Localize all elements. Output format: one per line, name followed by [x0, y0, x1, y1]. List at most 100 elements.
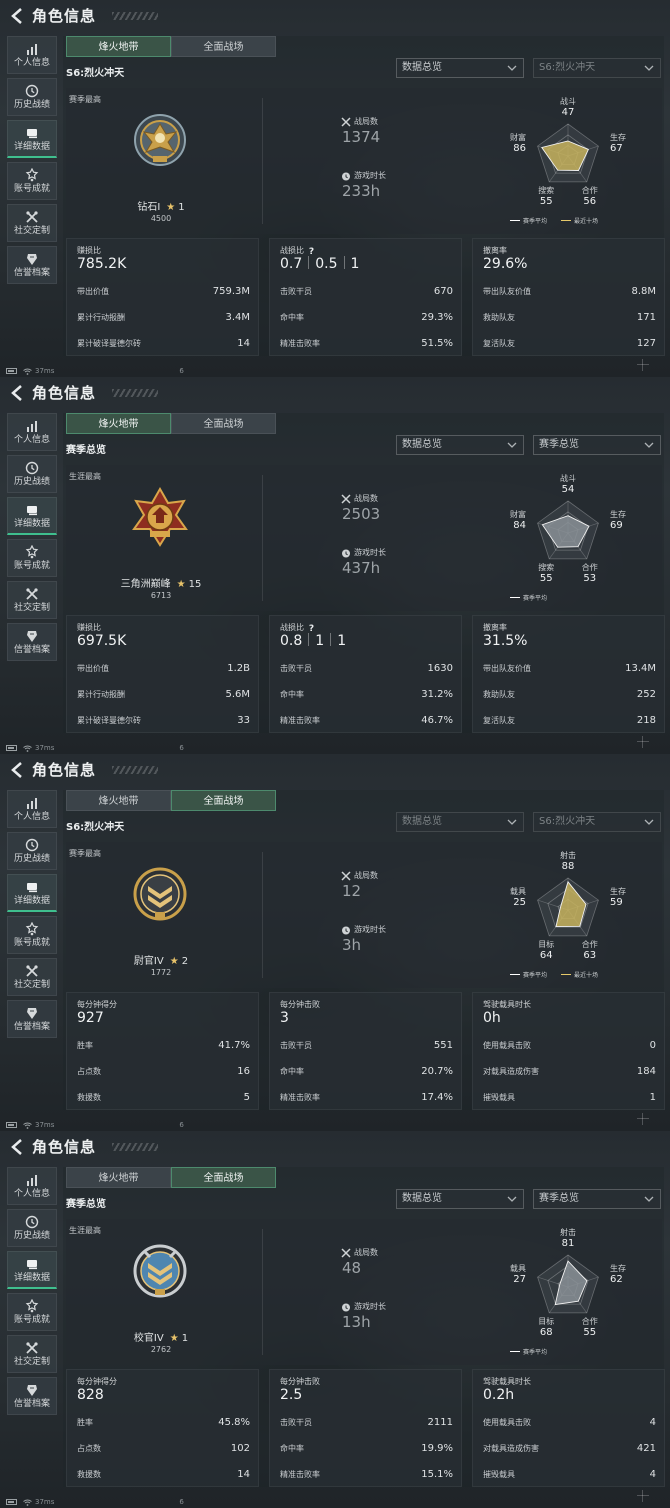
stat-row-value: 670: [433, 286, 453, 297]
stat-row-label: 复活队友: [483, 716, 515, 725]
sidebar-item-4[interactable]: 社交定制: [7, 1335, 57, 1373]
ping-value: 37ms: [35, 1121, 55, 1129]
sidebar-item-0[interactable]: 个人信息: [7, 1167, 57, 1205]
back-arrow-icon[interactable]: [10, 7, 24, 25]
stat-row-label: 累计破译曼德尔砖: [77, 716, 141, 725]
sidebar-item-3[interactable]: 账号成就: [7, 916, 57, 954]
stat-card-value: 29.6%: [483, 256, 527, 272]
achievement-icon: [25, 1299, 39, 1313]
sidebar-item-2[interactable]: 详细数据: [7, 874, 57, 912]
sidebar-item-2[interactable]: 详细数据: [7, 497, 57, 535]
stat-row: 累计行动报酬 5.6M: [77, 689, 250, 700]
sidebar-item-2[interactable]: 详细数据: [7, 120, 57, 158]
stat-row-label: 带出队友价值: [483, 664, 531, 673]
sidebar-item-2[interactable]: 详细数据: [7, 1251, 57, 1289]
stat-row-label: 击败干员: [280, 1041, 312, 1050]
radar-axis-label: 合作: [582, 1316, 598, 1326]
stat-card-label-text: 驾驶载具时长: [483, 1000, 531, 1009]
sidebar-item-1[interactable]: 历史战绩: [7, 832, 57, 870]
svg-text:?: ?: [309, 624, 314, 632]
playtime-value: 233h: [342, 182, 381, 200]
stat-row: 对载具造成伤害 421: [483, 1443, 656, 1454]
matches-label: 战局数: [341, 870, 378, 881]
stat-row: 复活队友 218: [483, 715, 656, 726]
chevron-down-icon: [644, 65, 654, 71]
select-value: 赛季总览: [539, 1193, 579, 1204]
stat-row: 精准击败率 15.1%: [280, 1469, 453, 1480]
chevron-down-icon: [507, 819, 517, 825]
sidebar-item-5[interactable]: 信誉档案: [7, 623, 57, 661]
title-bar: 角色信息: [0, 1131, 670, 1165]
data-scope-select[interactable]: 数据总览: [396, 812, 524, 832]
sidebar-item-1[interactable]: 历史战绩: [7, 78, 57, 116]
sidebar-item-5[interactable]: 信誉档案: [7, 246, 57, 284]
tab-mode-0[interactable]: 烽火地带: [66, 1167, 171, 1188]
stat-row-label: 摧毁载具: [483, 1093, 515, 1102]
stat-card: 撤离率 29.6% 带出队友价值 8.8M 救助队友 171 复活队友 127: [472, 238, 665, 356]
stat-cards: 每分钟得分 828 胜率 45.8% 占点数 102 救援数 14 每分钟击败 2.5 击败干员 21…: [66, 1369, 665, 1487]
stat-row-value: 171: [636, 312, 656, 323]
stat-card-value-part: 31.5%: [483, 633, 528, 649]
stat-row: 救助队友 252: [483, 689, 656, 700]
season-select[interactable]: S6:烈火冲天: [533, 812, 661, 832]
stat-row-label: 带出价值: [77, 287, 109, 296]
stat-card: 战损比? 0.7 0.5 1 击败干员 670 命中率 29.3% 精准击败率 51.5%: [269, 238, 462, 356]
screen-1: 角色信息 个人信息 历史战绩 详细数据 账号成就 社交定制 信誉档案 烽火地带 全面战场 赛季总览…: [0, 377, 670, 754]
season-select[interactable]: 赛季总览: [533, 1189, 661, 1209]
back-arrow-icon[interactable]: [10, 1138, 24, 1156]
tab-mode-1[interactable]: 全面战场: [171, 1167, 276, 1188]
data-scope-select[interactable]: 数据总览: [396, 435, 524, 455]
sidebar-item-3[interactable]: 账号成就: [7, 539, 57, 577]
sidebar-item-1[interactable]: 历史战绩: [7, 455, 57, 493]
sidebar-item-0[interactable]: 个人信息: [7, 790, 57, 828]
season-select[interactable]: 赛季总览: [533, 435, 661, 455]
tab-mode-0[interactable]: 烽火地带: [66, 413, 171, 434]
sidebar-item-5[interactable]: 信誉档案: [7, 1000, 57, 1038]
credit-icon: [27, 1385, 37, 1396]
playtime-label: 游戏时长: [341, 170, 386, 181]
select-value: 数据总览: [402, 816, 442, 827]
sidebar-item-0[interactable]: 个人信息: [7, 413, 57, 451]
data-scope-select[interactable]: 数据总览: [396, 1189, 524, 1209]
crosshair-mark: [637, 359, 649, 371]
sidebar-item-0[interactable]: 个人信息: [7, 36, 57, 74]
sidebar-item-5[interactable]: 信誉档案: [7, 1377, 57, 1415]
stat-card-label: 驾驶载具时长: [483, 1376, 531, 1387]
page-title: 角色信息: [32, 7, 97, 25]
stat-card-value: 697.5K: [77, 633, 126, 649]
matches-label: 战局数: [341, 493, 380, 504]
sidebar-item-4[interactable]: 社交定制: [7, 581, 57, 619]
rank-badge-icon: [132, 487, 188, 547]
battery-icon: [6, 1122, 17, 1128]
sidebar-item-3[interactable]: 账号成就: [7, 162, 57, 200]
tab-mode-1[interactable]: 全面战场: [171, 413, 276, 434]
sidebar-item-3[interactable]: 账号成就: [7, 1293, 57, 1331]
stat-row: 精准击败率 17.4%: [280, 1092, 453, 1103]
stat-row: 救援数 14: [77, 1469, 250, 1480]
back-arrow-icon[interactable]: [10, 761, 24, 779]
back-arrow-icon[interactable]: [10, 384, 24, 402]
tab-mode-1[interactable]: 全面战场: [171, 36, 276, 57]
stat-row: 使用载具击败 4: [483, 1417, 656, 1428]
rank-badge-icon: [134, 114, 186, 166]
matches-label: 战局数: [341, 1247, 378, 1258]
achievement-icon: [25, 168, 39, 182]
value-separator: [308, 256, 310, 269]
tab-mode-0[interactable]: 烽火地带: [66, 36, 171, 57]
tab-mode-1[interactable]: 全面战场: [171, 790, 276, 811]
stat-card-value-part: 3: [280, 1010, 289, 1026]
season-select[interactable]: S6:烈火冲天: [533, 58, 661, 78]
stat-card-value-part: 1: [350, 256, 360, 272]
radar-axis-value: 67: [610, 143, 623, 154]
sidebar-item-1[interactable]: 历史战绩: [7, 1209, 57, 1247]
stat-row-value: 1630: [427, 663, 453, 674]
radar-axis-value: 56: [583, 196, 596, 207]
divider: [262, 98, 263, 224]
radar-axis-value: 68: [540, 1327, 553, 1338]
stat-card: 驾驶载具时长 0h 使用载具击败 0 对载具造成伤害 184 摧毁载具 1: [472, 992, 665, 1110]
sidebar-item-4[interactable]: 社交定制: [7, 958, 57, 996]
data-scope-select[interactable]: 数据总览: [396, 58, 524, 78]
radar-axis-label: 战斗: [560, 96, 576, 106]
tab-mode-0[interactable]: 烽火地带: [66, 790, 171, 811]
sidebar-item-4[interactable]: 社交定制: [7, 204, 57, 242]
